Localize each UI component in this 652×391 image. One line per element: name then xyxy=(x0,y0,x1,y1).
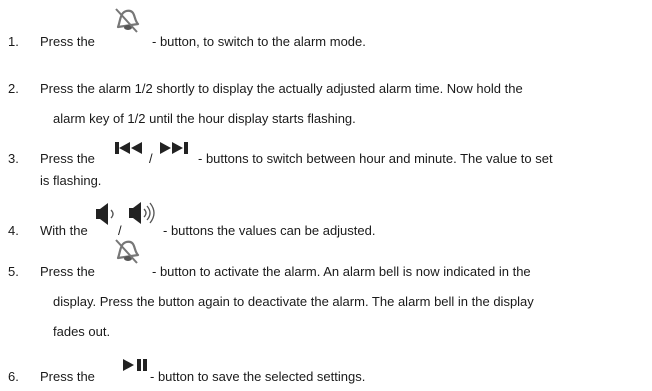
skip-back-icon xyxy=(115,141,145,155)
step-text-before: Press the xyxy=(40,264,95,279)
step-number: 5. xyxy=(8,264,19,279)
step-text-before: With the xyxy=(40,223,88,238)
step-text-line-2: is flashing. xyxy=(40,173,102,188)
step-text-after: - button to activate the alarm. An alarm… xyxy=(152,264,531,279)
step-text-line-3: fades out. xyxy=(53,324,111,339)
step-text-after: - buttons to switch between hour and min… xyxy=(198,151,553,166)
step-text-after: - buttons the values can be adjusted. xyxy=(163,223,376,238)
skip-forward-icon xyxy=(159,141,191,155)
alarm-bell-icon xyxy=(112,5,142,35)
alarm-bell-icon xyxy=(112,236,142,266)
step-text-before: Press the xyxy=(40,369,95,384)
step-text-line-1: Press the alarm 1/2 shortly to display t… xyxy=(40,81,523,96)
step-number: 3. xyxy=(8,151,19,166)
volume-up-icon xyxy=(127,200,159,228)
volume-down-icon xyxy=(94,202,118,228)
step-number: 4. xyxy=(8,223,19,238)
step-text-line-2: display. Press the button again to deact… xyxy=(53,294,534,309)
step-text-before: Press the xyxy=(40,34,95,49)
icon-separator: / xyxy=(149,151,153,166)
step-text-before: Press the xyxy=(40,151,95,166)
step-number: 1. xyxy=(8,34,19,49)
step-text-after: - button, to switch to the alarm mode. xyxy=(152,34,366,49)
play-pause-icon xyxy=(122,358,150,372)
step-number: 6. xyxy=(8,369,19,384)
step-text-line-2: alarm key of 1/2 until the hour display … xyxy=(53,111,356,126)
step-text-after: - button to save the selected settings. xyxy=(150,369,366,384)
step-number: 2. xyxy=(8,81,19,96)
